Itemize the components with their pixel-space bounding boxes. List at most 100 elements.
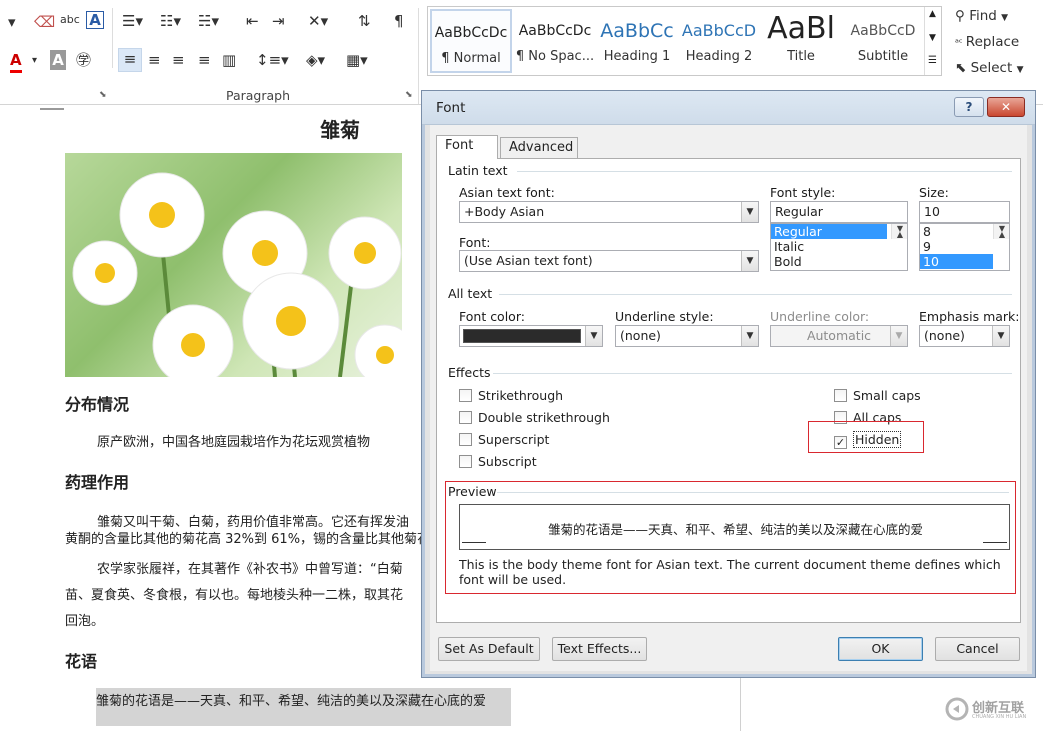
chevron-up-icon[interactable]: ▲ bbox=[929, 9, 936, 19]
shading-icon[interactable]: ◈▾ bbox=[306, 50, 325, 70]
help-button[interactable]: ? bbox=[954, 97, 984, 117]
dialog-launcher-icon[interactable]: ⬊ bbox=[99, 90, 107, 100]
character-border-icon[interactable]: A bbox=[86, 11, 104, 29]
style-subtitle[interactable]: AaBbCcD Subtitle bbox=[842, 9, 924, 73]
strikethrough-checkbox[interactable]: Strikethrough bbox=[459, 389, 563, 405]
scrollbar[interactable]: ▲ ▼ bbox=[993, 224, 1009, 239]
increase-indent-icon[interactable]: ⇥ bbox=[272, 11, 285, 31]
preview-baseline bbox=[983, 542, 1007, 543]
superscript-checkbox[interactable]: Superscript bbox=[459, 433, 549, 449]
heading-pharmacology: 药理作用 bbox=[65, 473, 130, 492]
double-strikethrough-checkbox[interactable]: Double strikethrough bbox=[459, 411, 610, 427]
checkbox-box bbox=[459, 411, 472, 424]
ok-button[interactable]: OK bbox=[838, 637, 923, 661]
tab-font[interactable]: Font bbox=[436, 135, 498, 159]
replace-icon: ᵃᶜ bbox=[955, 38, 966, 49]
line-spacing-icon[interactable]: ↕≡▾ bbox=[256, 50, 289, 70]
paragraph: 黄酮的含量比其他的菊花高 32%到 61%，锡的含量比其他菊花 bbox=[65, 532, 431, 547]
select-label: Select bbox=[970, 60, 1013, 76]
preview-label: Preview bbox=[448, 484, 497, 499]
small-caps-checkbox[interactable]: Small caps bbox=[834, 389, 921, 405]
size-input[interactable]: 10 bbox=[919, 201, 1010, 223]
chevron-down-icon[interactable]: ▾ bbox=[32, 51, 37, 71]
character-shading-icon[interactable]: A bbox=[50, 50, 66, 70]
scrollbar[interactable]: ▲ ▼ bbox=[891, 224, 907, 239]
asian-font-select[interactable]: +Body Asian ▼ bbox=[459, 201, 759, 223]
underline-style-value: (none) bbox=[620, 328, 661, 343]
style-heading-1[interactable]: AaBbCc Heading 1 bbox=[596, 9, 678, 73]
align-center-icon[interactable]: ≡ bbox=[148, 50, 161, 70]
close-button[interactable]: ✕ bbox=[987, 97, 1025, 117]
preview-baseline bbox=[462, 542, 486, 543]
list-item[interactable]: Italic bbox=[771, 239, 907, 254]
numbering-icon[interactable]: ☷▾ bbox=[160, 11, 181, 31]
emphasis-label: Emphasis mark: bbox=[919, 309, 1020, 324]
bullets-icon[interactable]: ☰▾ bbox=[122, 11, 143, 31]
styles-gallery: AaBbCcDc ¶ Normal AaBbCcDc ¶ No Spac... … bbox=[427, 6, 942, 76]
size-list[interactable]: 8 9 10 ▲ ▼ bbox=[919, 223, 1010, 271]
list-item[interactable]: Bold bbox=[771, 254, 907, 269]
text-effects-button[interactable]: Text Effects... bbox=[552, 637, 647, 661]
chevron-down-icon[interactable]: ▼ bbox=[929, 33, 936, 43]
sort-icon[interactable]: ⇅ bbox=[358, 11, 371, 31]
style-no-spacing[interactable]: AaBbCcDc ¶ No Spac... bbox=[514, 9, 596, 73]
cursor-icon: ⬉ bbox=[955, 60, 971, 76]
preview-note: This is the body theme font for Asian te… bbox=[459, 557, 1001, 587]
borders-icon[interactable]: ▦▾ bbox=[346, 50, 368, 70]
tab-advanced[interactable]: Advanced bbox=[500, 137, 578, 159]
style-name: Title bbox=[787, 49, 815, 64]
underline-style-label: Underline style: bbox=[615, 309, 714, 324]
all-text-label: All text bbox=[448, 286, 493, 301]
chevron-down-icon: ▼ bbox=[1001, 13, 1009, 23]
distributed-icon[interactable]: ▥ bbox=[222, 50, 236, 70]
selected-paragraph[interactable]: 雏菊的花语是——天真、和平、希望、纯洁的美以及深藏在心底的爱 bbox=[96, 688, 511, 726]
font-style-list[interactable]: Regular Italic Bold ▲ ▼ bbox=[770, 223, 908, 271]
check-icon: ✓ bbox=[834, 436, 847, 449]
replace-button[interactable]: ᵃᶜ Replace bbox=[955, 32, 1043, 58]
color-swatch bbox=[463, 329, 581, 343]
style-title[interactable]: AaBl Title bbox=[760, 9, 842, 73]
font-style-input[interactable]: Regular bbox=[770, 201, 908, 223]
style-heading-2[interactable]: AaBbCcD Heading 2 bbox=[678, 9, 760, 73]
dialog-launcher-icon[interactable]: ⬊ bbox=[405, 90, 413, 100]
cancel-button[interactable]: Cancel bbox=[935, 637, 1020, 661]
decrease-indent-icon[interactable]: ⇤ bbox=[246, 11, 259, 31]
clear-formatting-icon[interactable]: ⌫ bbox=[34, 12, 55, 32]
style-normal[interactable]: AaBbCcDc ¶ Normal bbox=[430, 9, 512, 73]
phonetic-guide-icon[interactable]: abc bbox=[60, 10, 80, 30]
select-button[interactable]: ⬉ Select ▼ bbox=[955, 58, 1043, 84]
find-button[interactable]: ⚲ Find ▼ bbox=[955, 6, 1043, 32]
set-default-button[interactable]: Set As Default bbox=[438, 637, 540, 661]
subscript-checkbox[interactable]: Subscript bbox=[459, 455, 537, 471]
font-select[interactable]: (Use Asian text font) ▼ bbox=[459, 250, 759, 272]
paragraph: 苗、夏食英、冬食根，有以也。每地棱头种一二株，取其花 bbox=[65, 588, 404, 603]
chevron-down-icon[interactable]: ▼ bbox=[892, 224, 907, 236]
chevron-down-icon[interactable]: ▾ bbox=[8, 12, 16, 32]
gallery-scroll[interactable]: ▲ ▼ ☰ bbox=[924, 7, 941, 75]
style-preview: AaBbCcDc bbox=[434, 25, 508, 41]
emphasis-select[interactable]: (none) ▼ bbox=[919, 325, 1010, 347]
enclose-characters-icon[interactable]: ㊫ bbox=[76, 50, 91, 70]
latin-text-label: Latin text bbox=[448, 163, 508, 178]
chinese-layout-icon[interactable]: ✕▾ bbox=[308, 11, 328, 31]
hidden-checkbox[interactable]: ✓ Hidden bbox=[834, 431, 902, 449]
font-color-label: Font color: bbox=[459, 309, 525, 324]
underline-color-value: Automatic bbox=[806, 328, 872, 343]
list-item[interactable]: 10 bbox=[920, 254, 993, 269]
font-color-select[interactable]: ▼ bbox=[459, 325, 603, 347]
show-formatting-icon[interactable]: ¶ bbox=[394, 11, 404, 31]
checkbox-label: Subscript bbox=[478, 454, 537, 469]
align-left-icon[interactable]: ≡ bbox=[118, 48, 142, 72]
justify-icon[interactable]: ≡ bbox=[198, 50, 211, 70]
multilevel-list-icon[interactable]: ☵▾ bbox=[198, 11, 219, 31]
list-item[interactable]: Regular bbox=[771, 224, 887, 239]
more-icon[interactable]: ☰ bbox=[928, 55, 937, 66]
underline-style-select[interactable]: (none) ▼ bbox=[615, 325, 759, 347]
divider bbox=[493, 373, 1012, 374]
font-color-icon[interactable]: A bbox=[10, 50, 22, 73]
chevron-down-icon[interactable]: ▼ bbox=[994, 224, 1009, 236]
align-right-icon[interactable]: ≡ bbox=[172, 50, 185, 70]
checkbox-label: Superscript bbox=[478, 432, 550, 447]
margin-mark bbox=[40, 108, 64, 110]
document-title: 雏菊 bbox=[320, 118, 360, 142]
